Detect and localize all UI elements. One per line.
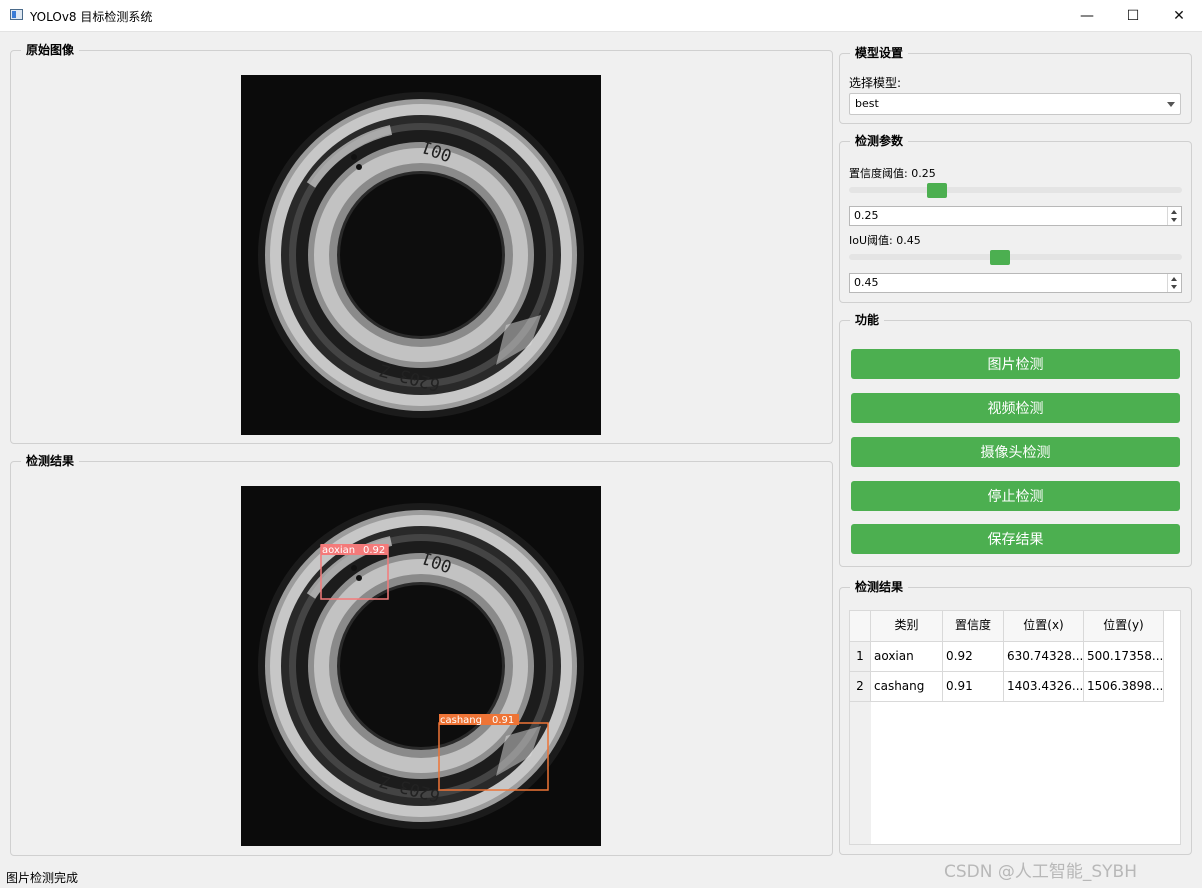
confidence-spinbox-value: 0.25 <box>854 209 879 222</box>
confidence-threshold-label: 置信度阈值: 0.25 <box>849 167 936 180</box>
iou-slider-handle[interactable] <box>989 250 1010 265</box>
iou-spinbox-value: 0.45 <box>854 276 879 289</box>
title-bar: YOLOv8 目标检测系统 — ☐ ✕ <box>0 0 1202 32</box>
table-cell[interactable]: aoxian <box>871 642 943 672</box>
close-icon: ✕ <box>1173 7 1185 24</box>
iou-spinbox-buttons[interactable] <box>1167 274 1181 292</box>
minimize-button[interactable]: — <box>1064 0 1110 31</box>
result-image-title: 检测结果 <box>21 453 80 469</box>
result-image: 001 6203 Z aoxian 0.92 cashang 0.91 <box>241 486 601 846</box>
column-header-confidence[interactable]: 置信度 <box>943 611 1004 642</box>
original-image: 001 6203 Z <box>241 75 601 435</box>
table-cell[interactable]: 0.91 <box>943 672 1004 702</box>
confidence-slider-track[interactable] <box>849 187 1182 193</box>
model-select[interactable]: best <box>849 93 1181 115</box>
watermark: CSDN @人工智能_SYBH <box>944 862 1137 882</box>
table-cell[interactable]: 500.17358... <box>1084 642 1164 672</box>
camera-detect-button[interactable]: 摄像头检测 <box>851 437 1180 467</box>
functions-title: 功能 <box>850 312 885 328</box>
select-model-label: 选择模型: <box>849 76 902 90</box>
detection-label-cashang-conf: 0.91 <box>492 715 514 726</box>
detection-label-aoxian-conf: 0.92 <box>363 545 385 556</box>
table-corner[interactable] <box>850 611 871 642</box>
arrow-up-icon <box>1171 210 1177 214</box>
table-cell[interactable]: 1403.4326... <box>1004 672 1084 702</box>
table-cell[interactable]: cashang <box>871 672 943 702</box>
table-cell[interactable]: 630.74328... <box>1004 642 1084 672</box>
column-header-category[interactable]: 类别 <box>871 611 943 642</box>
row-header[interactable]: 2 <box>850 672 871 702</box>
close-button[interactable]: ✕ <box>1156 0 1202 31</box>
column-header-position-y[interactable]: 位置(y) <box>1084 611 1164 642</box>
bearing-image-original: 001 6203 Z <box>241 75 601 435</box>
column-header-position-x[interactable]: 位置(x) <box>1004 611 1084 642</box>
detect-params-title: 检测参数 <box>850 133 909 149</box>
table-cell[interactable]: 0.92 <box>943 642 1004 672</box>
image-detect-button[interactable]: 图片检测 <box>851 349 1180 379</box>
confidence-spinbox[interactable]: 0.25 <box>849 206 1182 226</box>
arrow-up-icon <box>1171 277 1177 281</box>
arrow-down-icon <box>1171 218 1177 222</box>
maximize-button[interactable]: ☐ <box>1110 0 1156 31</box>
status-bar: 图片检测完成 <box>6 871 79 885</box>
maximize-icon: ☐ <box>1126 7 1140 24</box>
iou-slider-track[interactable] <box>849 254 1182 260</box>
model-settings-title: 模型设置 <box>850 45 909 61</box>
table-cell[interactable]: 1506.3898... <box>1084 672 1164 702</box>
results-table-title: 检测结果 <box>850 579 909 595</box>
original-image-title: 原始图像 <box>21 42 80 58</box>
chevron-down-icon <box>1167 102 1175 107</box>
video-detect-button[interactable]: 视频检测 <box>851 393 1180 423</box>
iou-threshold-label: IoU阈值: 0.45 <box>849 234 921 247</box>
minimize-icon: — <box>1080 7 1094 24</box>
detection-label-aoxian-name: aoxian <box>322 545 355 556</box>
row-header[interactable]: 1 <box>850 642 871 672</box>
app-icon <box>10 9 23 20</box>
bearing-image-result: 001 6203 Z aoxian 0.92 cashang 0.91 <box>241 486 601 846</box>
model-select-value: best <box>855 97 879 110</box>
stop-detect-button[interactable]: 停止检测 <box>851 481 1180 511</box>
results-table[interactable]: 类别 置信度 位置(x) 位置(y) 1 aoxian 0.92 630.743… <box>849 610 1181 845</box>
window-title: YOLOv8 目标检测系统 <box>30 10 153 24</box>
save-results-button[interactable]: 保存结果 <box>851 524 1180 554</box>
arrow-down-icon <box>1171 285 1177 289</box>
confidence-spinbox-buttons[interactable] <box>1167 207 1181 225</box>
detection-label-cashang-name: cashang <box>440 715 482 726</box>
confidence-slider-handle[interactable] <box>927 183 948 198</box>
iou-spinbox[interactable]: 0.45 <box>849 273 1182 293</box>
